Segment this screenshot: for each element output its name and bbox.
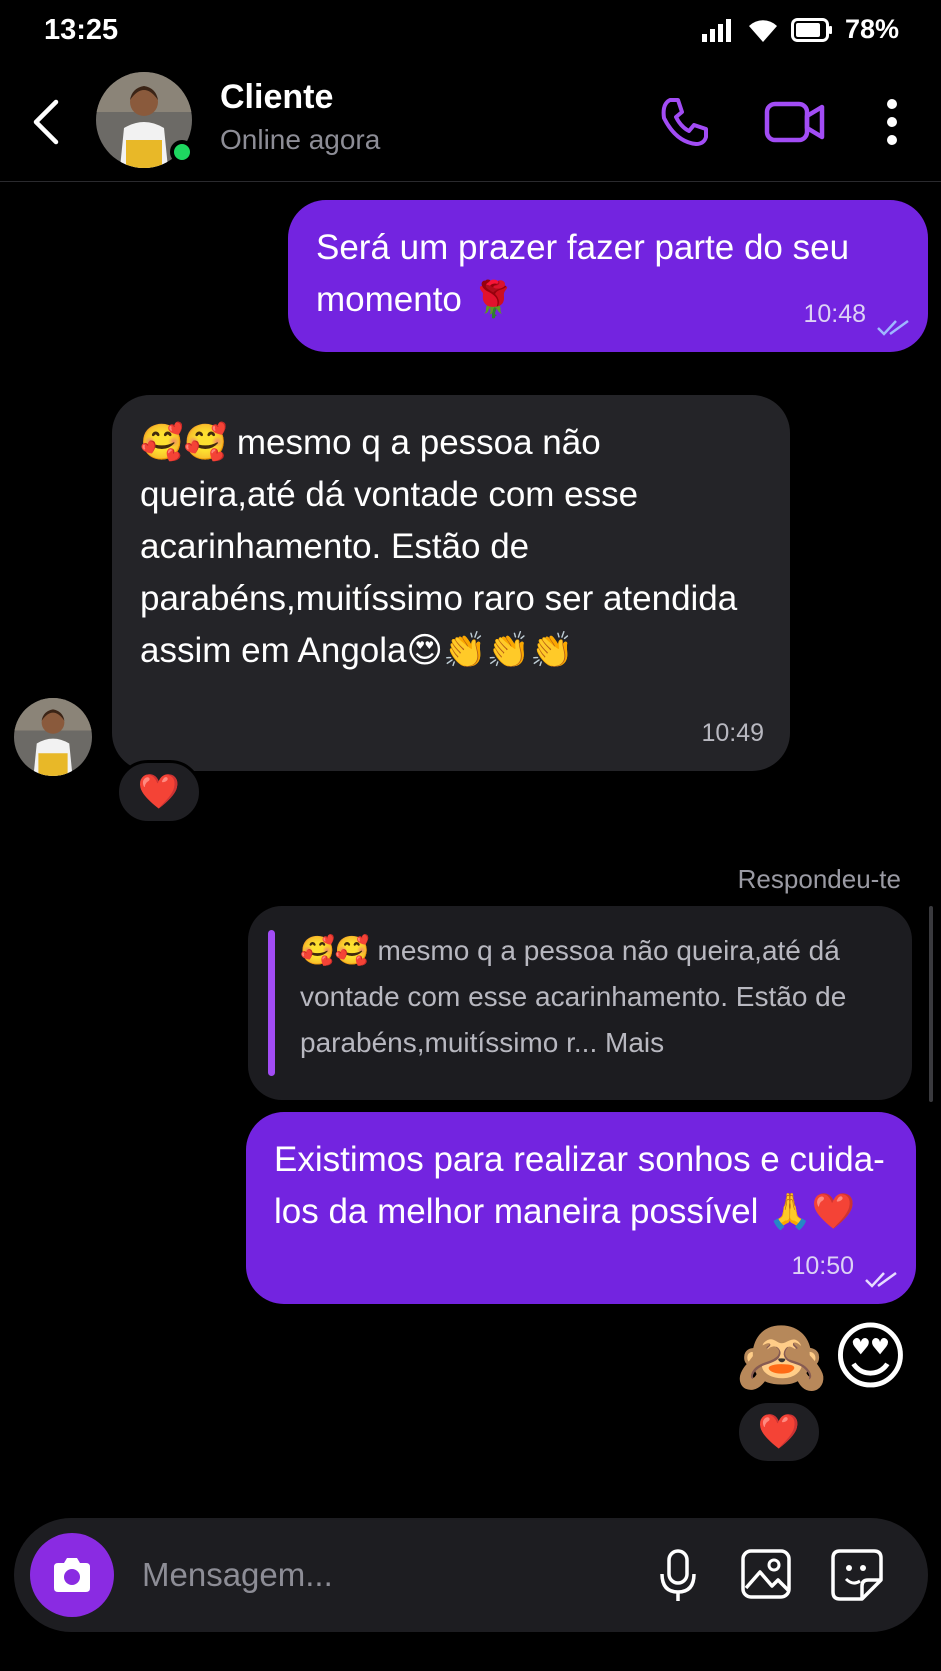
more-icon (887, 99, 897, 145)
read-ticks-icon (877, 319, 909, 336)
more-options-button[interactable] (876, 94, 908, 150)
video-call-button[interactable] (764, 94, 826, 150)
message-bubble-outgoing[interactable]: Será um prazer fazer parte do seu moment… (288, 200, 928, 352)
status-bar: 13:25 78% (0, 0, 941, 64)
message-reaction[interactable]: ❤️ (116, 760, 202, 824)
quoted-message[interactable]: 🥰🥰 mesmo q a pessoa não queira,até dá vo… (248, 906, 912, 1100)
call-button[interactable] (656, 94, 712, 150)
battery-icon (790, 17, 832, 42)
video-icon (764, 101, 825, 143)
message-text: Será um prazer fazer parte do seu moment… (316, 228, 850, 319)
chat-header: Cliente Online agora (0, 64, 941, 182)
gallery-icon (741, 1549, 791, 1599)
sender-avatar[interactable] (14, 698, 92, 776)
quote-bar (268, 930, 275, 1076)
phone-icon (661, 98, 708, 146)
emoji-message[interactable]: 🙈😍 (736, 1312, 913, 1402)
voice-message-button[interactable] (658, 1548, 698, 1604)
mic-icon (660, 1549, 696, 1601)
back-icon (33, 99, 59, 145)
sticker-icon (831, 1549, 883, 1601)
message-time: 10:49 (701, 719, 764, 747)
avatar-image (14, 698, 92, 776)
message-text: Existimos para realizar sonhos e cuida-l… (274, 1140, 885, 1231)
camera-button[interactable] (30, 1533, 114, 1617)
scrollbar[interactable] (929, 906, 933, 1102)
sticker-button[interactable] (830, 1548, 884, 1602)
reply-label: Respondeu-te (737, 864, 901, 894)
message-text: 🥰🥰 mesmo q a pessoa não queira,até dá vo… (140, 423, 738, 670)
camera-icon (54, 1558, 90, 1592)
wifi-icon (748, 19, 777, 42)
message-composer (14, 1518, 928, 1632)
gallery-button[interactable] (740, 1548, 792, 1600)
message-bubble-incoming[interactable]: 🥰🥰 mesmo q a pessoa não queira,até dá vo… (112, 395, 790, 771)
message-reaction[interactable]: ❤️ (736, 1400, 822, 1464)
read-ticks-icon (865, 1271, 897, 1288)
battery-percent: 78% (844, 14, 899, 44)
contact-name[interactable]: Cliente (220, 78, 333, 117)
online-indicator (170, 140, 194, 164)
message-time: 10:50 (791, 1252, 854, 1280)
message-input[interactable] (142, 1548, 602, 1602)
contact-status: Online agora (220, 124, 381, 155)
back-button[interactable] (26, 96, 70, 148)
quote-text: 🥰🥰 mesmo q a pessoa não queira,até dá vo… (300, 935, 847, 1058)
status-time: 13:25 (44, 14, 119, 46)
signal-icon (701, 18, 731, 42)
message-bubble-outgoing[interactable]: Existimos para realizar sonhos e cuida-l… (246, 1112, 916, 1304)
status-icons: 78% (701, 14, 899, 45)
message-time: 10:48 (803, 300, 866, 328)
